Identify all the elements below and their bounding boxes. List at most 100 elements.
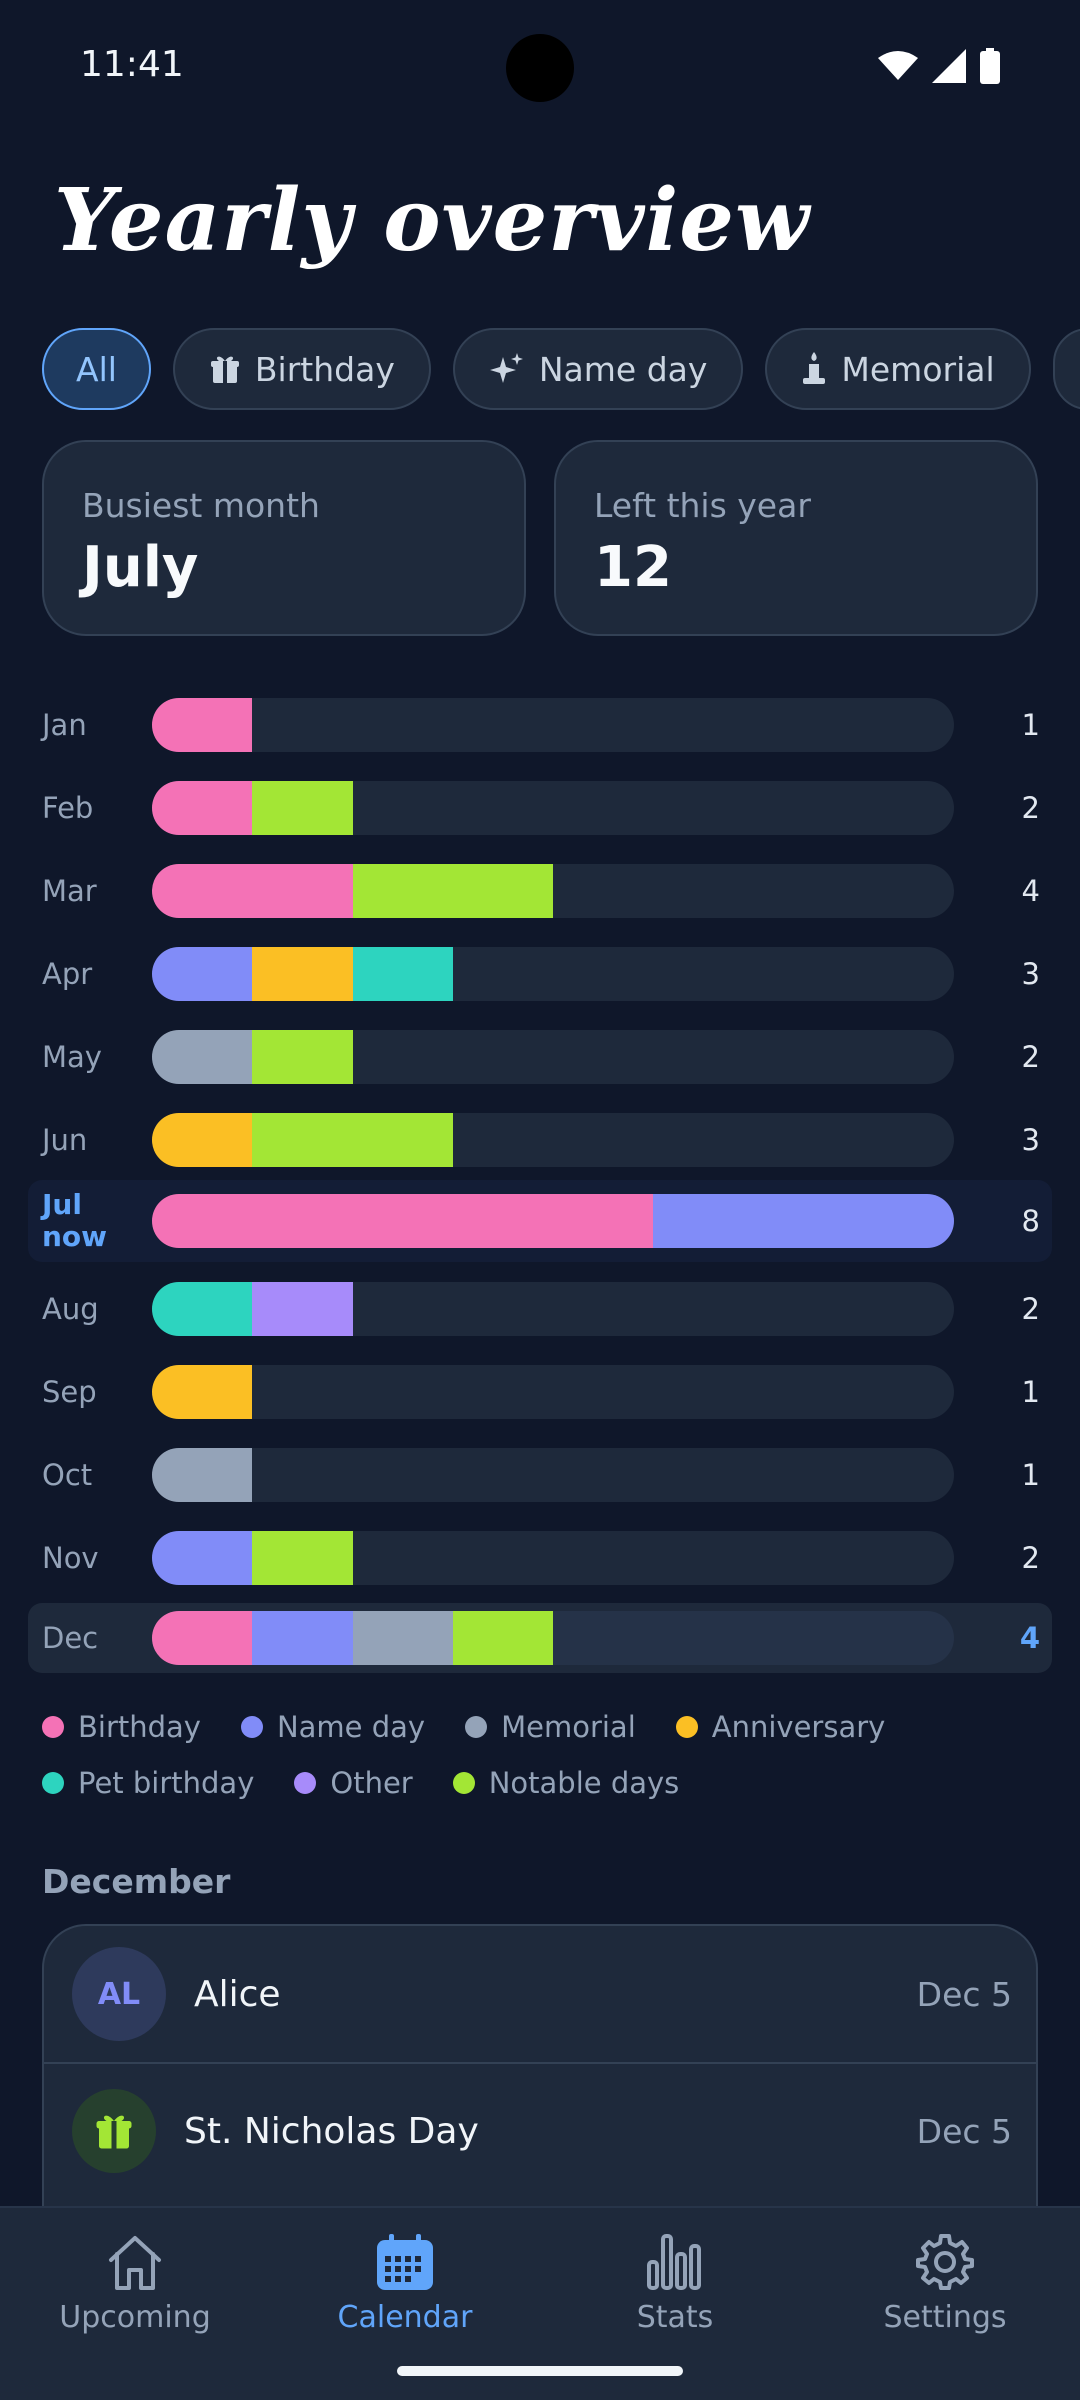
month-count: 3: [1021, 1123, 1040, 1157]
bar-segment-notable: [452, 1611, 553, 1665]
bar-track: [152, 781, 954, 835]
camera-cutout: [506, 34, 574, 102]
bar-segment-notable: [252, 781, 353, 835]
bar-segment-birthday: [152, 864, 353, 918]
bar-chart-icon: [647, 2234, 701, 2290]
bar-segment-other: [252, 1282, 353, 1336]
legend-dot: [465, 1716, 488, 1738]
month-count: 2: [1021, 791, 1040, 825]
bar-segment-name-day: [152, 947, 253, 1001]
legend-item-memorial: Memorial: [465, 1710, 636, 1744]
event-item[interactable]: AL Alice Dec 5: [44, 1926, 1036, 2062]
event-item[interactable]: St. Nicholas Day Dec 5: [44, 2062, 1036, 2198]
legend-dot: [294, 1772, 317, 1794]
chart-row-aug[interactable]: Aug 2: [28, 1274, 1052, 1344]
month-count: 1: [1021, 708, 1040, 742]
month-label: Aug: [42, 1292, 99, 1326]
gear-icon: [916, 2234, 974, 2290]
legend-item-pet-birthday: Pet birthday: [42, 1766, 254, 1800]
chart-legend: Birthday Name day Memorial Anniversary Pet b…: [42, 1710, 1052, 1800]
bar-track: [152, 947, 954, 1001]
bar-track: [152, 1611, 954, 1665]
bar-segment-birthday: [152, 781, 253, 835]
signal-icon: [932, 49, 966, 83]
month-label: Sep: [42, 1375, 97, 1409]
legend-dot: [42, 1772, 64, 1794]
month-label: Jun: [42, 1123, 88, 1157]
bar-segment-notable: [252, 1531, 353, 1585]
chart-row-dec[interactable]: Dec 4: [28, 1603, 1052, 1673]
bar-segment-notable: [352, 864, 553, 918]
filter-chip-all[interactable]: All: [42, 328, 151, 410]
filter-chip-more[interactable]: [1052, 328, 1080, 410]
chart-row-jun[interactable]: Jun 3: [28, 1105, 1052, 1175]
status-icons: [878, 48, 1000, 84]
event-date: Dec 5: [916, 2111, 1012, 2151]
bar-segment-name-day: [252, 1611, 353, 1665]
chart-row-sep[interactable]: Sep 1: [28, 1357, 1052, 1427]
filter-chip-name-day[interactable]: Name day: [452, 328, 744, 410]
status-time: 11:41: [80, 44, 184, 85]
month-label: Mar: [42, 874, 97, 908]
chart-row-nov[interactable]: Nov 2: [28, 1523, 1052, 1593]
legend-item-anniversary: Anniversary: [675, 1710, 886, 1744]
nav-stats[interactable]: Stats: [540, 2232, 810, 2335]
chart-row-oct[interactable]: Oct 1: [28, 1440, 1052, 1510]
legend-item-name-day: Name day: [240, 1710, 425, 1744]
month-count: 2: [1021, 1541, 1040, 1575]
filter-chip-label: Memorial: [841, 349, 995, 389]
month-count: 2: [1021, 1040, 1040, 1074]
month-count: 3: [1021, 957, 1040, 991]
filter-chip-memorial[interactable]: Memorial: [765, 328, 1031, 410]
legend-label: Pet birthday: [78, 1766, 255, 1800]
bar-segment-notable: [252, 1113, 453, 1167]
month-count: 1: [1021, 1458, 1040, 1492]
event-date: Dec 5: [916, 1974, 1012, 2014]
chart-row-feb[interactable]: Feb 2: [28, 773, 1052, 843]
chart-row-jul[interactable]: Jul now 8: [28, 1180, 1052, 1262]
bar-track: [152, 698, 954, 752]
left-this-year-value: 12: [594, 535, 672, 600]
nav-calendar[interactable]: Calendar: [270, 2232, 540, 2335]
home-icon: [109, 2236, 161, 2290]
bar-segment-name-day: [653, 1194, 954, 1248]
bar-segment-memorial: [152, 1030, 253, 1084]
home-indicator: [397, 2366, 683, 2376]
nav-settings[interactable]: Settings: [810, 2232, 1080, 2335]
bar-segment-memorial: [152, 1448, 253, 1502]
bar-segment-pet-birthday: [352, 947, 453, 1001]
bar-track: [152, 1365, 954, 1419]
bar-track: [152, 1113, 954, 1167]
bar-track: [152, 1531, 954, 1585]
month-label: Jul now: [42, 1189, 107, 1253]
filter-chip-label: All: [76, 349, 117, 389]
legend-dot: [42, 1716, 64, 1738]
chart-row-jan[interactable]: Jan 1: [28, 690, 1052, 760]
filter-chip-label: Birthday: [254, 349, 395, 389]
legend-label: Notable days: [488, 1766, 680, 1800]
gift-icon: [72, 2089, 156, 2173]
month-label: Apr: [42, 957, 93, 991]
legend-label: Birthday: [78, 1710, 201, 1744]
month-count: 8: [1021, 1204, 1040, 1238]
battery-icon: [980, 48, 1000, 84]
nav-upcoming[interactable]: Upcoming: [0, 2232, 270, 2335]
chart-row-may[interactable]: May 2: [28, 1022, 1052, 1092]
chart-row-apr[interactable]: Apr 3: [28, 939, 1052, 1009]
legend-item-notable: Notable days: [452, 1766, 680, 1800]
legend-item-birthday: Birthday: [42, 1710, 201, 1744]
month-count: 1: [1021, 1375, 1040, 1409]
chart-row-mar[interactable]: Mar 4: [28, 856, 1052, 926]
status-bar: 11:41: [0, 0, 1080, 130]
legend-dot: [675, 1716, 698, 1738]
month-label: Oct: [42, 1458, 93, 1492]
month-label-text: Jul: [42, 1188, 82, 1221]
bar-track: [152, 1448, 954, 1502]
bar-segment-anniversary: [152, 1365, 253, 1419]
nav-label: Upcoming: [59, 2300, 211, 2335]
nav-label: Calendar: [337, 2300, 473, 2335]
legend-label: Anniversary: [711, 1710, 886, 1744]
filter-chip-birthday[interactable]: Birthday: [172, 328, 431, 410]
month-count: 4: [1021, 874, 1040, 908]
legend-dot: [240, 1716, 263, 1738]
